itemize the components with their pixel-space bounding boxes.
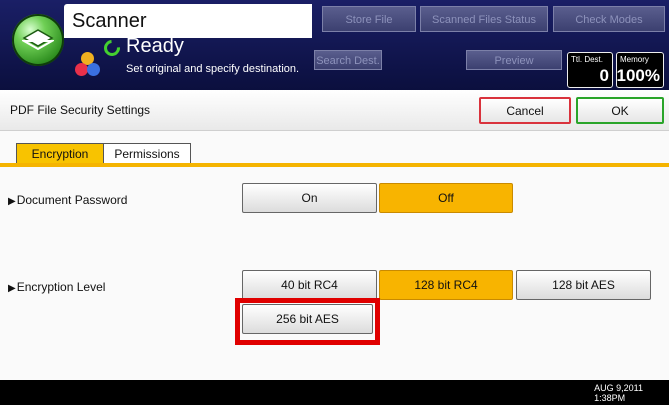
dialog-title-bar: PDF File Security Settings Cancel OK	[0, 90, 669, 131]
encryption-level-label: Encryption Level	[16, 280, 106, 294]
tab-permissions[interactable]: Permissions	[103, 143, 191, 164]
memory-value: 100%	[616, 66, 660, 85]
triangle-right-icon: ▶	[8, 196, 16, 207]
tab-underline	[0, 163, 669, 167]
color-mode-icon	[75, 52, 101, 82]
memory-indicator: Memory 100%	[616, 52, 664, 88]
footer-bar: AUG 9,2011 1:38PM	[0, 380, 669, 405]
total-destination-counter: Ttl. Dest. 0	[567, 52, 613, 88]
memory-label: Memory	[620, 55, 649, 64]
total-destination-label: Ttl. Dest.	[571, 55, 604, 64]
password-off-button[interactable]: Off	[379, 183, 513, 213]
encryption-128bit-aes-button[interactable]: 128 bit AES	[516, 270, 651, 300]
ok-button[interactable]: OK	[576, 97, 664, 124]
scanner-icon	[22, 29, 54, 51]
triangle-right-icon: ▶	[8, 283, 16, 294]
date-time-display: AUG 9,2011 1:38PM	[594, 383, 643, 403]
check-modes-button[interactable]: Check Modes	[553, 6, 665, 32]
status-message: Set original and specify destination.	[126, 63, 300, 75]
encryption-40bit-rc4-button[interactable]: 40 bit RC4	[242, 270, 377, 300]
store-file-button[interactable]: Store File	[322, 6, 416, 32]
app-title: Scanner	[64, 4, 312, 38]
date-text: AUG 9,2011	[594, 383, 643, 393]
total-destination-value: 0	[599, 66, 609, 85]
document-password-label: Document Password	[16, 193, 128, 207]
search-dest-button[interactable]: Search Dest.	[314, 50, 382, 70]
status-text: Ready	[126, 35, 184, 57]
password-on-button[interactable]: On	[242, 183, 377, 213]
cancel-button[interactable]: Cancel	[479, 97, 571, 124]
time-text: 1:38PM	[594, 393, 626, 403]
encryption-level-section: ▶Encryption Level	[8, 280, 105, 294]
document-password-section: ▶Document Password	[8, 193, 127, 207]
highlight-annotation	[235, 298, 380, 345]
scanned-files-status-button[interactable]: Scanned Files Status	[420, 6, 548, 32]
tab-encryption[interactable]: Encryption	[16, 143, 104, 164]
ready-status-icon	[100, 36, 124, 60]
page-title: PDF File Security Settings	[10, 103, 151, 117]
header-bar: Scanner Store File Scanned Files Status …	[0, 0, 669, 90]
encryption-128bit-rc4-button[interactable]: 128 bit RC4	[379, 270, 513, 300]
preview-button[interactable]: Preview	[466, 50, 562, 70]
scanner-app-icon[interactable]	[12, 14, 64, 66]
